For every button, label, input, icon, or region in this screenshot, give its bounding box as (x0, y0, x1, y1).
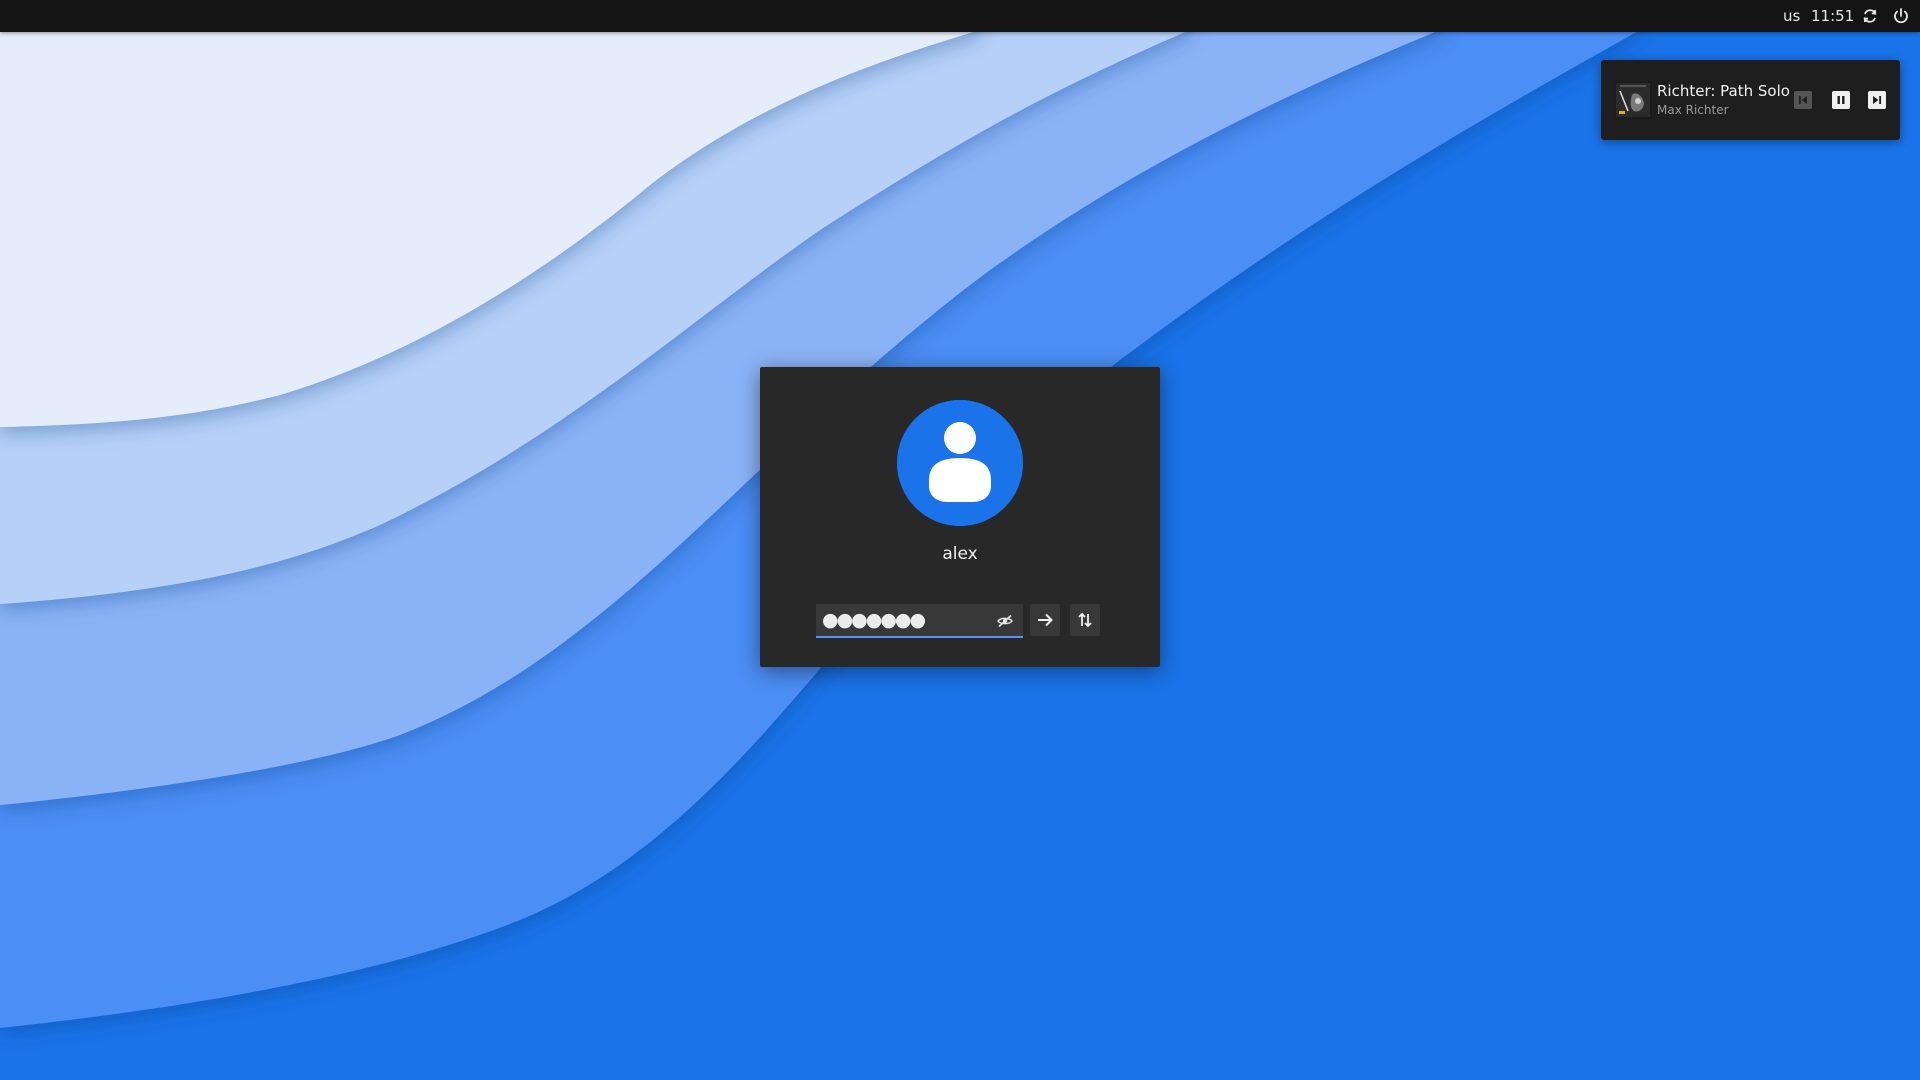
next-icon[interactable] (1868, 91, 1886, 109)
track-title: Richter: Path Solo (1657, 82, 1790, 100)
sync-icon[interactable] (1861, 7, 1879, 25)
top-panel: us 11:51 (0, 0, 1920, 32)
login-submit-button[interactable] (1030, 604, 1060, 636)
track-artist: Max Richter (1657, 103, 1729, 117)
arrow-right-icon (1038, 613, 1053, 627)
switch-user-icon (1078, 612, 1092, 628)
album-art (1614, 81, 1652, 119)
login-dialog: alex ●●●●●●● (760, 367, 1160, 667)
password-mask: ●●●●●●● (822, 609, 926, 631)
previous-icon[interactable] (1794, 91, 1812, 109)
keyboard-layout-indicator[interactable]: us (1783, 0, 1800, 32)
password-field[interactable]: ●●●●●●● (816, 604, 1023, 638)
pause-icon[interactable] (1832, 91, 1850, 109)
hide-password-icon[interactable] (995, 611, 1015, 631)
username-label: alex (942, 544, 978, 564)
power-icon[interactable] (1892, 7, 1910, 25)
avatar-icon (897, 400, 1023, 526)
clock: 11:51 (1811, 7, 1855, 25)
switch-user-button[interactable] (1070, 604, 1100, 636)
media-player-widget: Richter: Path Solo Max Richter (1601, 60, 1900, 140)
